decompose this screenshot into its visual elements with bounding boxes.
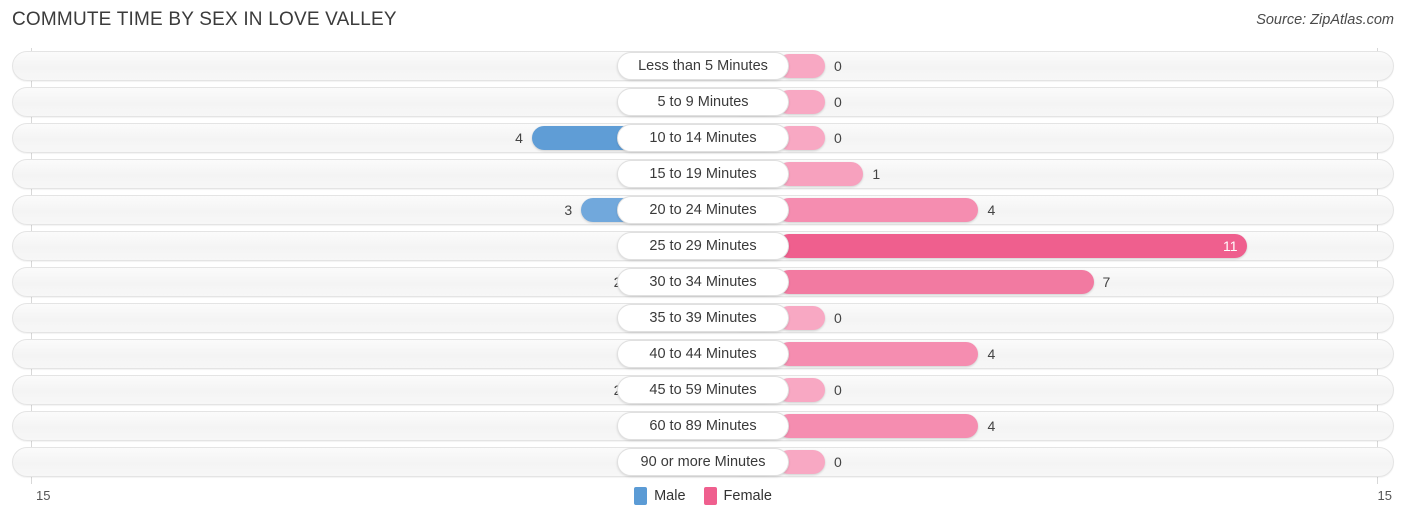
category-label: 35 to 39 Minutes (617, 304, 789, 332)
female-bar-group: 0 (777, 447, 1394, 477)
category-label: 90 or more Minutes (617, 448, 789, 476)
legend-item-male[interactable]: Male (634, 487, 686, 505)
chart-footer: 15 15 Male Female (0, 484, 1406, 522)
legend-label-male: Male (654, 488, 686, 504)
table-row[interactable]: 005 to 9 Minutes (12, 87, 1394, 117)
female-value-label: 4 (987, 418, 996, 434)
table-row[interactable]: 0115 to 19 Minutes (12, 159, 1394, 189)
female-bar[interactable] (777, 342, 979, 366)
female-value-label: 0 (834, 130, 842, 146)
female-bar-group: 11 (777, 231, 1394, 261)
chart-legend: Male Female (0, 487, 1406, 505)
legend-swatch-female-icon (703, 487, 717, 505)
female-bar[interactable] (777, 162, 864, 186)
female-value-label: 0 (834, 454, 842, 470)
category-label: 25 to 29 Minutes (617, 232, 789, 260)
table-row[interactable]: 3 4 20 to 24 Minutes (12, 195, 1394, 225)
female-bar[interactable] (777, 234, 1247, 258)
category-label: 20 to 24 Minutes (617, 196, 789, 224)
table-row[interactable]: 01125 to 29 Minutes (12, 231, 1394, 261)
table-row[interactable]: 4 0 10 to 14 Minutes (12, 123, 1394, 153)
female-value-label: 1 (872, 166, 881, 182)
category-label: 10 to 14 Minutes (617, 124, 789, 152)
table-row[interactable]: 2045 to 59 Minutes (12, 375, 1394, 405)
female-value-label: 7 (1102, 274, 1111, 290)
female-bar-group: 0 (777, 303, 1394, 333)
female-bar[interactable] (777, 270, 1094, 294)
chart-header: COMMUTE TIME BY SEX IN LOVE VALLEY Sourc… (0, 0, 1406, 40)
legend-label-female: Female (723, 488, 772, 504)
female-bar-group: 1 (777, 159, 1394, 189)
female-bar-group: 7 (777, 267, 1394, 297)
female-bar-group: 0 (777, 375, 1394, 405)
category-label: 40 to 44 Minutes (617, 340, 789, 368)
female-bar[interactable] (777, 414, 979, 438)
female-bar-group: 0 (777, 87, 1394, 117)
female-bar-group: 0 (777, 123, 1394, 153)
category-label: 60 to 89 Minutes (617, 412, 789, 440)
female-value-label: 0 (834, 310, 842, 326)
table-row[interactable]: 0090 or more Minutes (12, 447, 1394, 477)
legend-item-female[interactable]: Female (703, 487, 772, 505)
female-bar-group: 4 (777, 195, 1394, 225)
page-title: COMMUTE TIME BY SEX IN LOVE VALLEY (12, 9, 397, 30)
table-row[interactable]: 0460 to 89 Minutes (12, 411, 1394, 441)
female-bar-group: 4 (777, 411, 1394, 441)
female-value-label: 0 (834, 58, 842, 74)
female-value-label: 4 (987, 346, 996, 362)
male-value-label: 3 (564, 202, 573, 218)
category-label: Less than 5 Minutes (617, 52, 789, 80)
female-bar-group: 0 (777, 51, 1394, 81)
female-value-label: 11 (1223, 238, 1238, 254)
category-label: 15 to 19 Minutes (617, 160, 789, 188)
female-bar-group: 4 (777, 339, 1394, 369)
female-value-label: 0 (834, 382, 842, 398)
category-label: 30 to 34 Minutes (617, 268, 789, 296)
table-row[interactable]: 0035 to 39 Minutes (12, 303, 1394, 333)
table-row[interactable]: 2730 to 34 Minutes (12, 267, 1394, 297)
category-label: 45 to 59 Minutes (617, 376, 789, 404)
table-row[interactable]: 1440 to 44 Minutes (12, 339, 1394, 369)
table-row[interactable]: 00Less than 5 Minutes (12, 51, 1394, 81)
legend-swatch-male-icon (634, 487, 648, 505)
male-value-label: 4 (515, 130, 523, 146)
female-bar[interactable] (777, 198, 979, 222)
source-attribution: Source: ZipAtlas.com (1256, 12, 1394, 28)
chart-plot-area: 0 0 Less than 5 Minutes 0 0 5 to 9 Minutes 4 0 1… (0, 48, 1406, 484)
category-label: 5 to 9 Minutes (617, 88, 789, 116)
female-value-label: 0 (834, 94, 842, 110)
female-value-label: 4 (987, 202, 996, 218)
